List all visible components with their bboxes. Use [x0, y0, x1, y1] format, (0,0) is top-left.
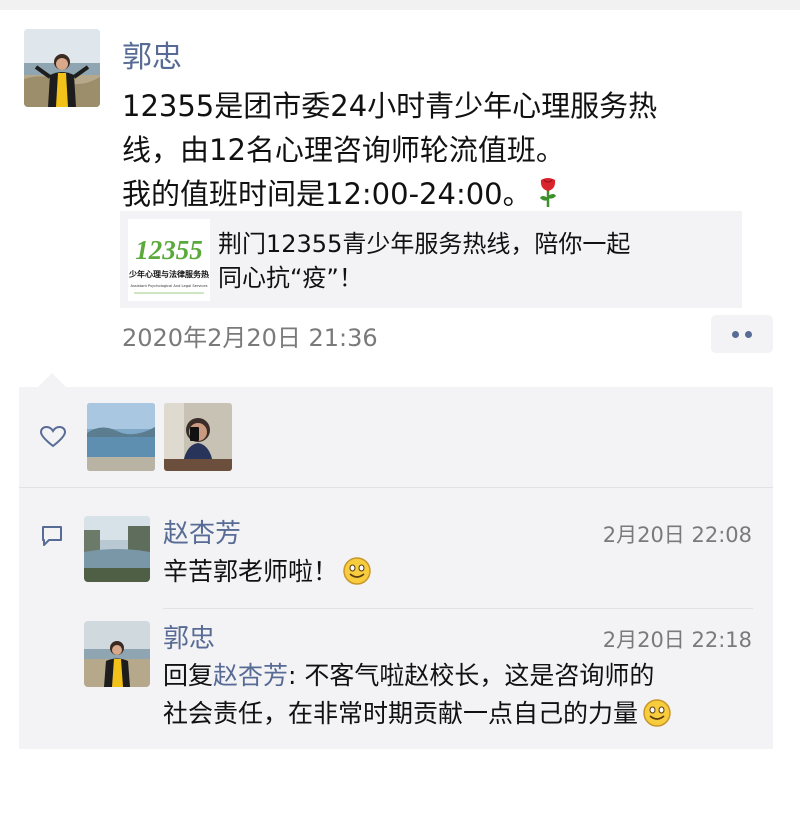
liker-avatar[interactable] — [164, 403, 232, 471]
avatar-photo — [24, 29, 100, 107]
heart-icon — [40, 426, 66, 448]
reply-prefix: 回复 — [163, 661, 214, 690]
comment-text: 辛苦郭老师啦！ — [163, 553, 723, 591]
replier-avatar-photo — [84, 621, 150, 687]
lake-landscape-avatar — [87, 403, 155, 471]
comment-time: 2月20日 22:08 — [602, 523, 752, 547]
shared-link-card[interactable]: 12355 少年心理与法律服务热 Assistant Psychological… — [120, 211, 742, 308]
comment-divider — [163, 608, 753, 609]
post-text-line-2: 线，由12名心理咨询师轮流值班。 — [122, 133, 565, 167]
reply-line-2: 社会责任，在非常时期贡献一点自己的力量 — [163, 695, 763, 733]
post-author-avatar[interactable] — [24, 29, 100, 107]
comment-body: 辛苦郭老师啦！ — [163, 557, 339, 586]
link-title-line-2: 同心抗“疫”！ — [218, 264, 363, 292]
river-landscape-avatar — [84, 516, 150, 582]
post-content: 12355是团市委24小时青少年心理服务热 线，由12名心理咨询师轮流值班。 我… — [122, 84, 762, 216]
more-actions-button[interactable] — [711, 315, 773, 353]
comment-icon — [42, 526, 62, 546]
smile-icon — [343, 557, 371, 585]
top-bar — [0, 0, 800, 10]
hotline-logo: 12355 少年心理与法律服务热 Assistant Psychological… — [128, 219, 210, 301]
commenter-avatar[interactable] — [84, 516, 150, 582]
smile-icon — [643, 699, 671, 727]
comment-author[interactable]: 赵杏芳 — [163, 513, 241, 550]
reply-mention[interactable]: 赵杏芳 — [213, 661, 288, 690]
post-text-line-3-text: 我的值班时间是12:00-24:00。 — [122, 177, 532, 211]
post-text-line-3: 我的值班时间是12:00-24:00。 — [122, 172, 762, 216]
comment-line: 辛苦郭老师啦！ — [163, 553, 723, 591]
reply-text: 回复赵杏芳: 不客气啦赵校长，这是咨询师的 社会责任，在非常时期贡献一点自己的力… — [163, 657, 763, 733]
post-text-line-1: 12355是团市委24小时青少年心理服务热 — [122, 89, 658, 123]
link-thumbnail: 12355 少年心理与法律服务热 Assistant Psychological… — [128, 219, 210, 301]
likes-comments-divider — [19, 487, 773, 488]
replier-avatar[interactable] — [84, 621, 150, 687]
logo-caption: 少年心理与法律服务热 — [128, 269, 209, 279]
reply-line-1: 回复赵杏芳: 不客气啦赵校长，这是咨询师的 — [163, 657, 763, 695]
link-title-line-1: 荆门12355青少年服务热线，陪你一起 — [218, 230, 631, 258]
more-dot-icon — [732, 331, 739, 338]
liker-avatar[interactable] — [87, 403, 155, 471]
panel-caret — [38, 373, 66, 387]
reply-time: 2月20日 22:18 — [602, 628, 752, 652]
logo-number: 12355 — [135, 235, 203, 265]
reply-body-1: : 不客气啦赵校长，这是咨询师的 — [288, 661, 655, 690]
person-phone-avatar — [164, 403, 232, 471]
post-timestamp: 2020年2月20日 21:36 — [122, 324, 378, 352]
post-author-name[interactable]: 郭忠 — [122, 32, 182, 76]
more-dot-icon — [745, 331, 752, 338]
rose-icon — [539, 178, 556, 207]
reply-body-2: 社会责任，在非常时期贡献一点自己的力量 — [163, 699, 639, 728]
logo-caption-small: Assistant Psychological And Legal Servic… — [131, 284, 208, 288]
link-title: 荆门12355青少年服务热线，陪你一起 同心抗“疫”！ — [218, 227, 728, 295]
reply-author[interactable]: 郭忠 — [163, 618, 215, 655]
